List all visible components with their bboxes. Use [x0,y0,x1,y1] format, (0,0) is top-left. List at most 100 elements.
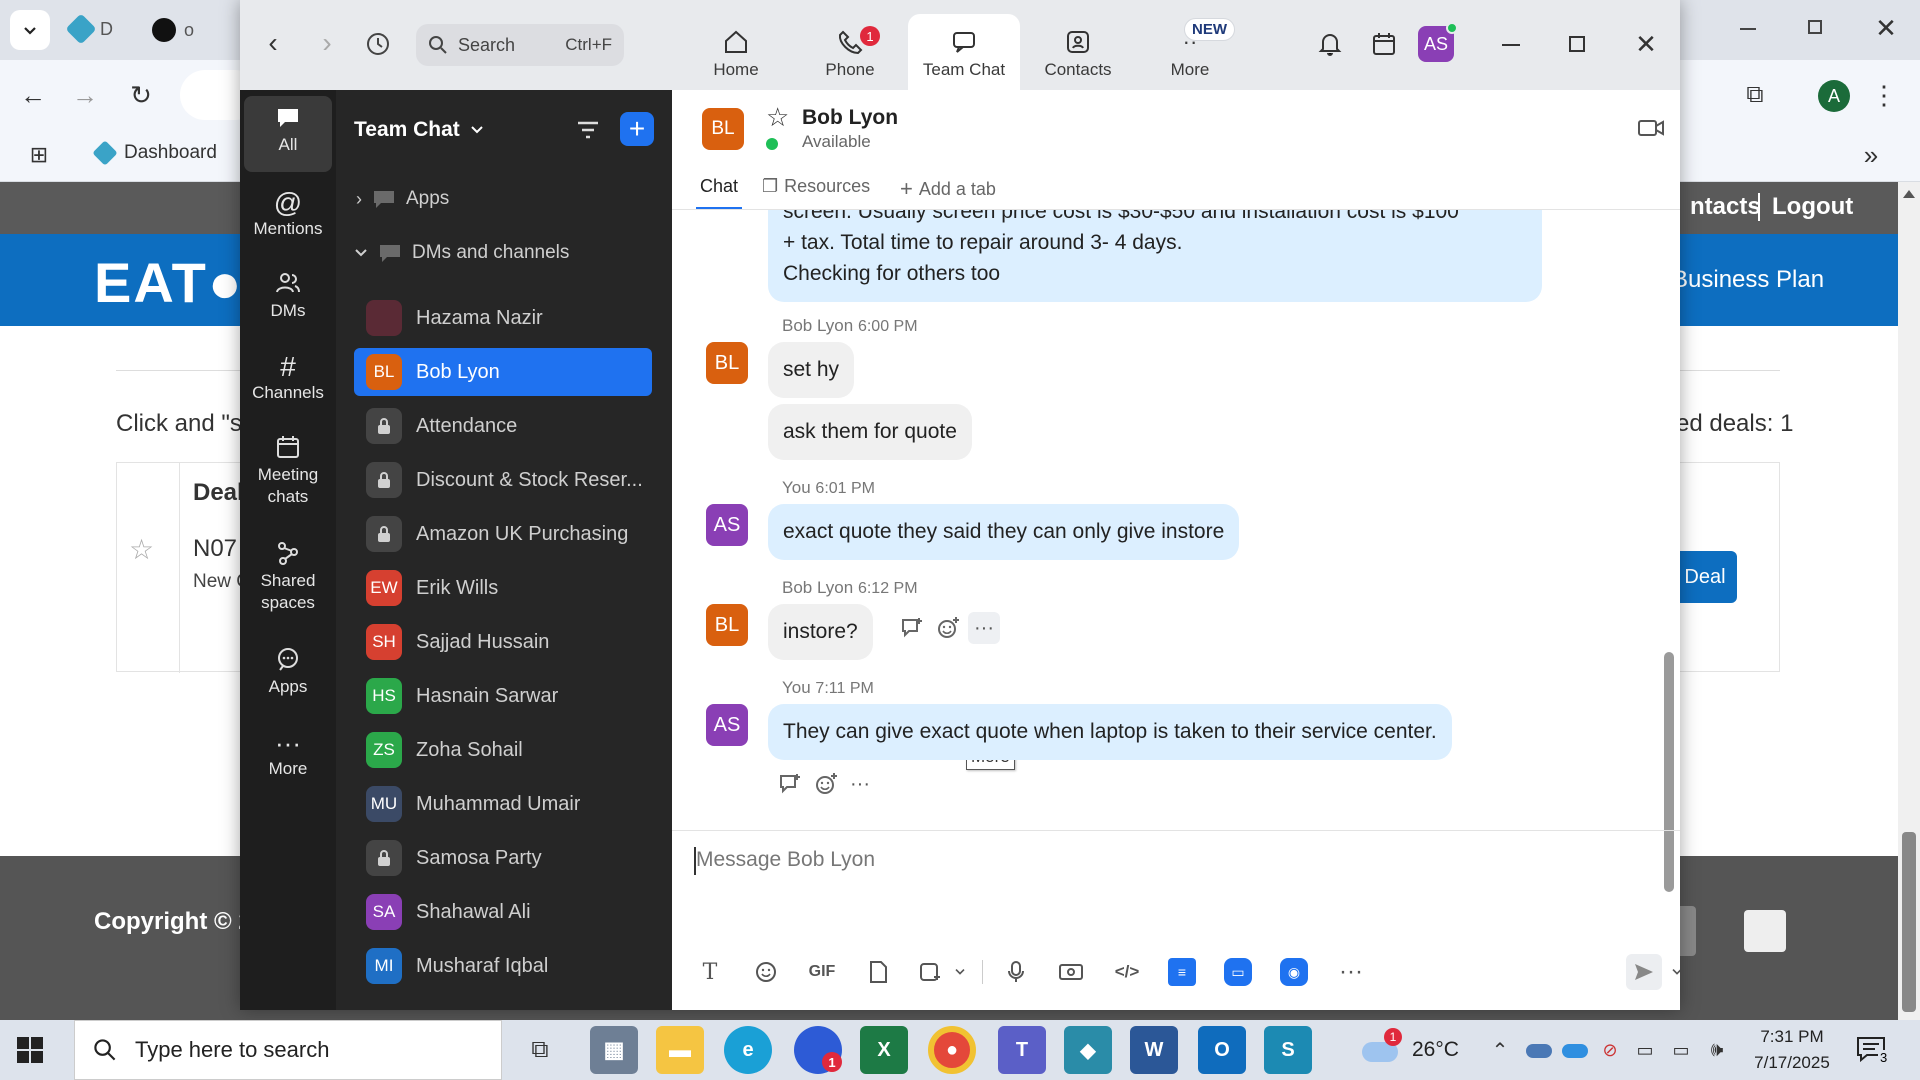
notifications-icon[interactable] [1316,30,1344,58]
reaction-icon[interactable] [934,614,962,642]
back-icon[interactable]: ← [18,80,48,110]
weather-icon[interactable]: 1 [1362,1028,1402,1062]
screenshot-icon[interactable] [916,958,944,986]
file-explorer-icon[interactable]: ▬ [656,1026,704,1074]
new-chat-button[interactable]: + [620,112,654,146]
forward-icon[interactable]: → [70,80,100,110]
video-message-icon[interactable] [1056,958,1086,986]
channel-item[interactable]: Amazon UK Purchasing [354,510,652,558]
rail-mentions[interactable]: @ Mentions [244,188,332,240]
star-icon[interactable]: ☆ [766,102,789,133]
history-icon[interactable] [364,30,392,58]
tab-list-button[interactable] [10,10,50,50]
apps-section[interactable]: › Apps [356,188,449,210]
format-text-icon[interactable]: T [696,958,724,986]
tray-app-icon[interactable]: ⊘ [1598,1038,1622,1062]
microphone-icon[interactable] [1002,958,1030,986]
contact-name[interactable]: Bob Lyon [802,106,898,130]
zoom-taskbar-icon[interactable]: 1 [794,1026,842,1074]
filter-icon[interactable] [574,116,602,144]
tab-phone[interactable]: Phone 1 [794,14,906,90]
nav-back-icon[interactable]: ‹ [260,27,286,58]
channel-item[interactable]: Samosa Party [354,834,652,882]
scroll-up-icon[interactable] [1903,190,1915,198]
onedrive-icon[interactable] [1526,1044,1552,1058]
close-icon[interactable]: ✕ [1632,29,1660,59]
channel-item[interactable]: MI Musharaf Iqbal [354,942,652,990]
send-options-icon[interactable] [1668,958,1680,986]
reload-icon[interactable]: ↻ [126,80,156,110]
message-bubble[interactable]: They can give exact quote when laptop is… [768,704,1452,760]
sender-avatar[interactable]: AS [706,504,748,546]
video-call-icon[interactable] [1636,116,1666,140]
rail-apps[interactable]: Apps [244,646,332,698]
maximize-icon[interactable] [1569,36,1585,52]
deal-id[interactable]: N07 [193,535,237,563]
browser-close-icon[interactable]: ✕ [1872,13,1900,43]
star-icon[interactable]: ☆ [129,533,154,566]
clock[interactable]: 7:31 PM 7/17/2025 [1744,1024,1840,1076]
browser-restore-icon[interactable] [1808,20,1822,34]
more-apps-icon[interactable]: ··· [1336,958,1366,986]
rail-dms[interactable]: DMs [244,270,332,322]
channel-item[interactable]: EW Erik Wills [354,564,652,612]
rail-shared-spaces[interactable]: Shared spaces [244,540,332,614]
notification-center-icon[interactable]: 3 [1856,1036,1890,1066]
gif-button[interactable]: GIF [804,958,840,986]
contact-avatar[interactable]: BL [702,108,744,150]
bookmarks-overflow-icon[interactable]: » [1856,140,1886,170]
task-view-icon[interactable]: ⧉ [516,1026,564,1074]
message-bubble[interactable]: set hy [768,342,855,398]
page-scrollbar[interactable] [1898,182,1920,1020]
tab-team-chat[interactable]: Team Chat [908,14,1020,90]
outlook-icon[interactable]: O [1198,1026,1246,1074]
logout-link[interactable]: Logout [1758,193,1853,221]
tab-chat[interactable]: Chat [696,176,743,210]
message-bubble[interactable]: exact quote they said they can only give… [768,504,1240,560]
puzzle-icon[interactable]: ⧉ [1740,80,1770,110]
app-zoom-icon[interactable]: ◉ [1280,958,1308,986]
channel-item[interactable]: MU Muhammad Umair [354,780,652,828]
browser-menu-icon[interactable]: ⋮ [1871,80,1897,110]
app-docs-icon[interactable]: ≡ [1168,958,1196,986]
message-more-icon[interactable]: ··· [968,612,1000,644]
new-deal-button[interactable]: Deal [1673,551,1737,603]
browser-minimize-icon[interactable] [1740,28,1756,30]
message-bubble[interactable]: ask them for quote [768,404,972,460]
channel-item[interactable]: BL Bob Lyon [354,348,652,396]
dms-section[interactable]: DMs and channels [354,242,569,264]
battery-icon[interactable]: ▭ [1632,1038,1658,1062]
channel-item[interactable]: SA Shahawal Ali [354,888,652,936]
volume-icon[interactable]: 🕪 [1704,1038,1730,1062]
social-icon[interactable] [1744,910,1786,952]
channel-item[interactable]: HS Hasnain Sarwar [354,672,652,720]
tab-resources[interactable]: ❐ Resources [762,176,870,197]
start-button[interactable] [16,1036,46,1066]
app-chat-icon[interactable]: ▭ [1224,958,1252,986]
reply-icon[interactable] [898,614,926,642]
rail-more[interactable]: ··· More [244,728,332,780]
code-block-icon[interactable]: </> [1112,958,1142,986]
calculator-icon[interactable]: ▦ [590,1026,638,1074]
channel-item[interactable]: Hazama Nazir [354,294,652,342]
business-plan-link[interactable]: Business Plan [1672,266,1824,294]
message-more-icon[interactable]: ··· [846,770,874,798]
channel-item[interactable]: SH Sajjad Hussain [354,618,652,666]
chat-scrollbar-thumb[interactable] [1664,652,1674,892]
tab-more[interactable]: ·· More NEW [1134,14,1246,90]
calendar-icon[interactable] [1370,30,1398,58]
reply-icon[interactable] [776,770,804,798]
edge-icon[interactable]: e [724,1026,772,1074]
tab-contacts[interactable]: Contacts [1022,14,1134,90]
profile-avatar[interactable]: A [1818,80,1850,112]
contacts-link[interactable]: ntacts [1690,193,1761,221]
channel-item[interactable]: Attendance [354,402,652,450]
sender-avatar[interactable]: BL [706,604,748,646]
tab-home[interactable]: Home [680,14,792,90]
chrome-icon[interactable]: ● [928,1026,976,1074]
sender-avatar[interactable]: AS [706,704,748,746]
bookmark-dashboard[interactable]: Dashboard [92,140,217,166]
panel-title[interactable]: Team Chat [354,118,484,142]
reaction-icon[interactable] [812,770,840,798]
emoji-icon[interactable] [752,958,780,986]
